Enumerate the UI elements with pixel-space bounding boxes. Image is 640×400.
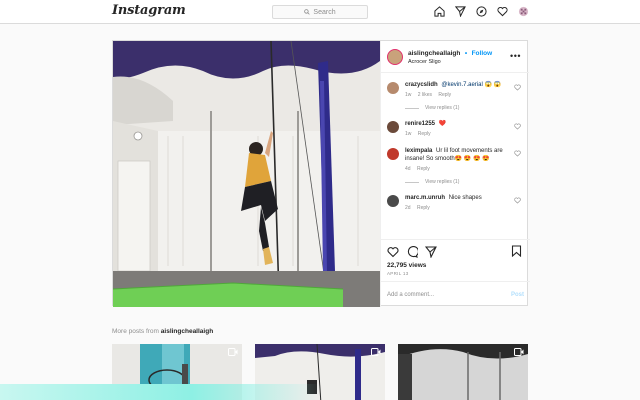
video-icon bbox=[514, 348, 524, 356]
view-replies-label: View replies (1) bbox=[425, 105, 460, 111]
comment-like-icon[interactable] bbox=[514, 123, 521, 130]
commenter-avatar[interactable] bbox=[387, 195, 399, 207]
comment-reply-button[interactable]: Reply bbox=[438, 92, 451, 98]
commenter-avatar[interactable] bbox=[387, 82, 399, 94]
author-avatar[interactable] bbox=[387, 48, 403, 65]
search-placeholder: Search bbox=[313, 8, 336, 16]
post-comment-button[interactable]: Post bbox=[511, 292, 524, 298]
comment-reply-button[interactable]: Reply bbox=[417, 166, 430, 172]
commenter-avatar[interactable] bbox=[387, 121, 399, 133]
aerial-studio-photo bbox=[113, 41, 380, 307]
like-icon[interactable] bbox=[387, 246, 399, 258]
more-posts-username[interactable]: aislingcheallaigh bbox=[161, 328, 213, 335]
explore-icon[interactable] bbox=[475, 5, 488, 18]
comment-text: 😱 😱 bbox=[484, 82, 502, 88]
comment-text: Nice shapes bbox=[448, 195, 482, 201]
comment-item: marc.m.unruh Nice shapes 2d Reply bbox=[387, 194, 523, 212]
video-icon bbox=[228, 348, 238, 356]
comment-mention[interactable]: @kevin.7.aerial bbox=[441, 82, 482, 88]
view-count[interactable]: 22,795 views bbox=[387, 262, 524, 269]
comment-username[interactable]: leximpala bbox=[405, 148, 432, 154]
view-replies-button[interactable]: View replies (1) bbox=[405, 105, 523, 111]
profile-avatar[interactable] bbox=[517, 5, 530, 18]
post-header: aislingcheallaigh • Follow Acrocer Sligo… bbox=[381, 41, 529, 73]
comment-input[interactable]: Add a comment... bbox=[387, 292, 511, 298]
more-posts-prefix: More posts from bbox=[112, 328, 159, 335]
home-icon[interactable] bbox=[433, 5, 446, 18]
bookmark-icon[interactable] bbox=[511, 245, 522, 257]
post-thumbnail[interactable] bbox=[398, 344, 528, 400]
search-input[interactable]: Search bbox=[272, 5, 368, 19]
comment-reply-button[interactable]: Reply bbox=[418, 131, 431, 137]
follow-button[interactable]: Follow bbox=[472, 50, 493, 57]
thumbnail-image bbox=[398, 344, 528, 400]
author-username[interactable]: aislingcheallaigh bbox=[408, 50, 460, 57]
view-replies-button[interactable]: View replies (1) bbox=[405, 179, 523, 185]
comment-like-icon[interactable] bbox=[514, 197, 521, 204]
comment-reply-button[interactable]: Reply bbox=[417, 205, 430, 211]
comment-like-icon[interactable] bbox=[514, 150, 521, 157]
direct-icon[interactable] bbox=[454, 5, 467, 18]
comment-time[interactable]: 4d bbox=[405, 166, 411, 172]
comment-item: leximpala Ur lil foot movements are insa… bbox=[387, 147, 523, 173]
comment-username[interactable]: marc.m.unruh bbox=[405, 195, 445, 201]
more-options-icon[interactable]: ••• bbox=[510, 51, 521, 61]
comment-likes[interactable]: 2 likes bbox=[418, 92, 432, 98]
separator-dot: • bbox=[464, 50, 468, 57]
top-navbar: Instagram Search bbox=[0, 0, 640, 24]
post-sidebar: aislingcheallaigh • Follow Acrocer Sligo… bbox=[380, 41, 530, 307]
video-icon bbox=[371, 348, 381, 356]
commenter-avatar[interactable] bbox=[387, 148, 399, 160]
comment-like-icon[interactable] bbox=[514, 84, 521, 91]
comment-username[interactable]: crazycslidh bbox=[405, 82, 438, 88]
comment-item: renire1255 ❤️ 1w Reply bbox=[387, 120, 523, 138]
view-replies-label: View replies (1) bbox=[425, 179, 460, 185]
post-video[interactable] bbox=[113, 41, 380, 307]
comment-text: ❤️ bbox=[438, 121, 447, 127]
comments-list: crazycslidh @kevin.7.aerial 😱 😱 1w 2 lik… bbox=[381, 73, 529, 237]
post-actions: 22,795 views APRIL 13 bbox=[381, 239, 530, 281]
post-card: aislingcheallaigh • Follow Acrocer Sligo… bbox=[112, 40, 530, 307]
post-date[interactable]: APRIL 13 bbox=[387, 271, 524, 276]
comment-item: crazycslidh @kevin.7.aerial 😱 😱 1w 2 lik… bbox=[387, 81, 523, 99]
bottom-overlay-decoration bbox=[0, 384, 320, 400]
post-location[interactable]: Acrocer Sligo bbox=[408, 58, 492, 67]
instagram-logo[interactable]: Instagram bbox=[112, 3, 186, 18]
more-posts-heading: More posts from aislingcheallaigh bbox=[112, 328, 213, 335]
comment-icon[interactable] bbox=[406, 245, 418, 258]
share-icon[interactable] bbox=[425, 245, 437, 258]
comment-time[interactable]: 1w bbox=[405, 92, 411, 98]
heart-icon[interactable] bbox=[496, 5, 509, 18]
comment-time[interactable]: 2d bbox=[405, 205, 411, 211]
comment-username[interactable]: renire1255 bbox=[405, 121, 435, 127]
search-icon bbox=[304, 9, 311, 15]
comment-time[interactable]: 1w bbox=[405, 131, 411, 137]
add-comment-bar: Add a comment... Post bbox=[381, 281, 530, 307]
